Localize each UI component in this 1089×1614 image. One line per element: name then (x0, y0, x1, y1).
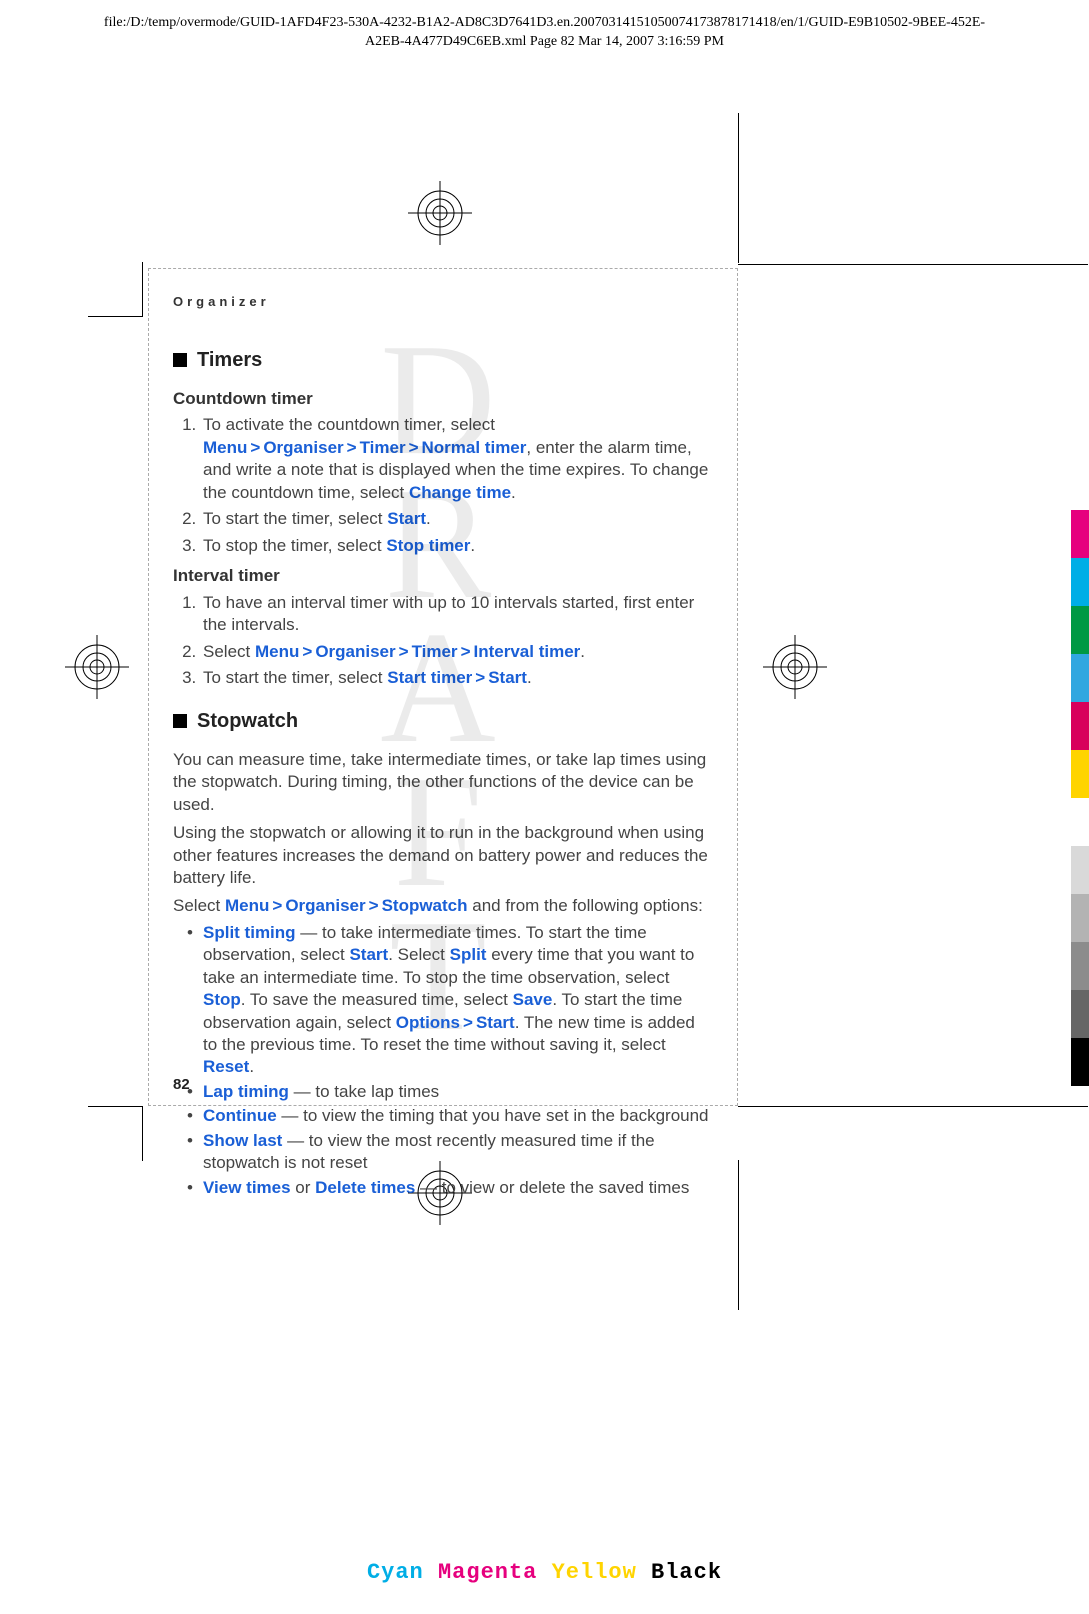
list-item: To start the timer, select Start. (201, 508, 713, 530)
list-item: To stop the timer, select Stop timer. (201, 535, 713, 557)
heading-stopwatch: Stopwatch (173, 708, 713, 735)
color-calibration-bars (1071, 510, 1089, 1086)
list-item: To have an interval timer with up to 10 … (201, 592, 713, 637)
page-number: 82 (173, 1075, 190, 1095)
color-separation-footer: Cyan Magenta Yellow Black (0, 1558, 1089, 1588)
list-item: Lap timing — to take lap times (187, 1081, 713, 1103)
list-item: Select Menu>Organiser>Timer>Interval tim… (201, 641, 713, 663)
body-text: Select Menu>Organiser>Stopwatch and from… (173, 895, 713, 917)
stopwatch-options: Split timing — to take intermediate time… (173, 922, 713, 1199)
crop-mark-icon (88, 1106, 143, 1161)
list-item: Split timing — to take intermediate time… (187, 922, 713, 1079)
crop-mark-icon (88, 262, 143, 317)
file-path-line1: file:/D:/temp/overmode/GUID-1AFD4F23-530… (0, 14, 1089, 33)
square-bullet-icon (173, 714, 187, 728)
registration-mark-icon (160, 178, 720, 248)
file-path-header: file:/D:/temp/overmode/GUID-1AFD4F23-530… (0, 14, 1089, 52)
body-text: Using the stopwatch or allowing it to ru… (173, 822, 713, 889)
body-text: You can measure time, take intermediate … (173, 749, 713, 816)
subheading-interval: Interval timer (173, 565, 713, 588)
list-item: To start the timer, select Start timer>S… (201, 667, 713, 689)
list-item: To activate the countdown timer, select … (201, 414, 713, 504)
list-item: Show last — to view the most recently me… (187, 1130, 713, 1175)
subheading-countdown: Countdown timer (173, 388, 713, 411)
crop-mark-icon (738, 1160, 741, 1310)
file-path-line2: A2EB-4A477D49C6EB.xml Page 82 Mar 14, 20… (0, 33, 1089, 52)
list-item: Continue — to view the timing that you h… (187, 1105, 713, 1127)
crop-mark-icon (738, 262, 1088, 265)
page-content: DRAFT Organizer Timers Countdown timer T… (148, 268, 738, 1106)
list-item: View times or Delete times — to view or … (187, 1177, 713, 1199)
registration-mark-icon (52, 632, 142, 702)
heading-timers: Timers (173, 347, 713, 374)
section-label: Organizer (173, 293, 713, 311)
registration-mark-icon (750, 632, 840, 702)
crop-mark-icon (738, 1106, 1088, 1109)
countdown-steps: To activate the countdown timer, select … (173, 414, 713, 557)
interval-steps: To have an interval timer with up to 10 … (173, 592, 713, 690)
square-bullet-icon (173, 353, 187, 367)
crop-mark-icon (738, 113, 741, 263)
